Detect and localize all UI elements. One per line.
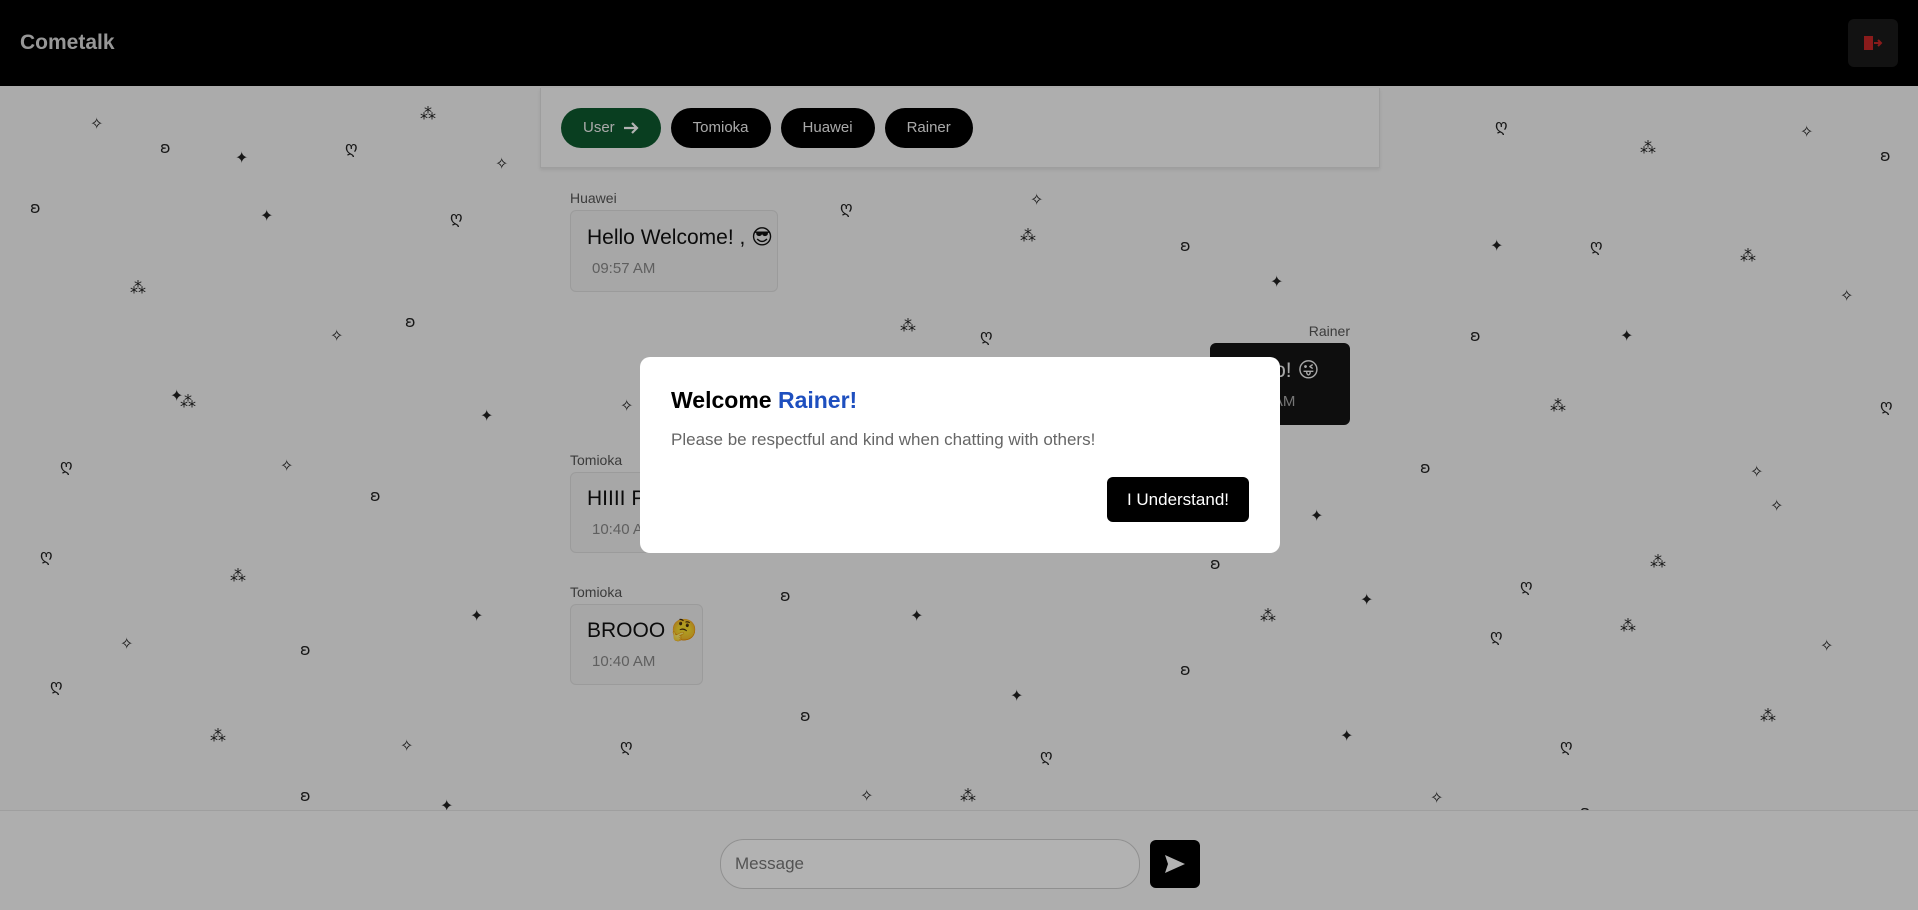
modal-title: Welcome Rainer! [671,387,1249,414]
modal-title-prefix: Welcome [671,387,778,413]
modal-user-name: Rainer! [777,387,858,413]
welcome-modal: Welcome Rainer! Please be respectful and… [640,357,1280,553]
modal-body: Please be respectful and kind when chatt… [671,430,1096,449]
understand-button[interactable]: I Understand! [1106,477,1249,522]
